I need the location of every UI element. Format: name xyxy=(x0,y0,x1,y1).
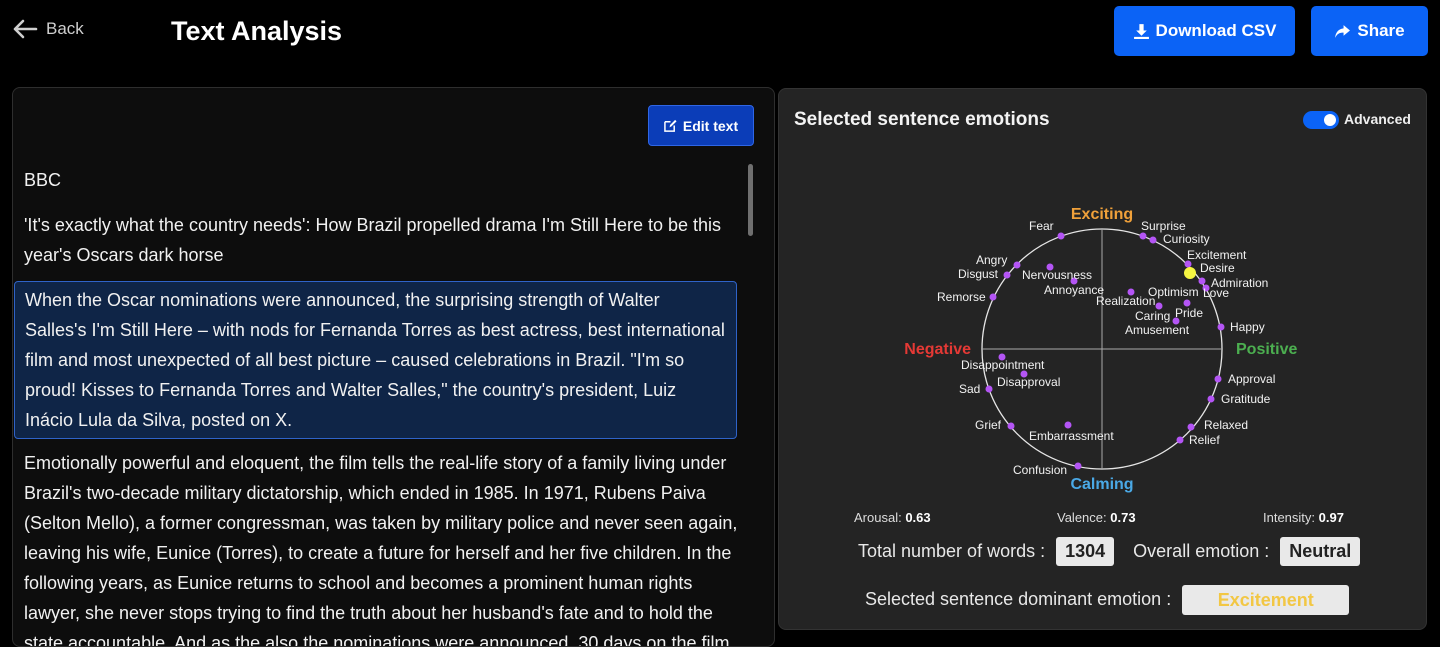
axis-negative: Negative xyxy=(904,341,971,358)
edit-text-button[interactable]: Edit text xyxy=(648,105,754,146)
top-bar: Back Text Analysis Download CSV Share xyxy=(0,0,1440,70)
axis-calming: Calming xyxy=(1070,476,1133,493)
label-approval: Approval xyxy=(1228,372,1275,386)
paragraph[interactable]: 'It's exactly what the country needs': H… xyxy=(24,210,739,270)
emotion-wheel: Exciting Calming Negative Positive Fear … xyxy=(904,206,1297,493)
dominant-row: Selected sentence dominant emotion : Exc… xyxy=(779,585,1428,615)
edit-icon xyxy=(664,119,677,132)
emotion-labels: Fear Surprise Curiosity Excitement Desir… xyxy=(937,219,1275,477)
total-words-value: 1304 xyxy=(1056,537,1115,566)
label-disappointment: Disappointment xyxy=(961,358,1045,372)
label-realization: Realization xyxy=(1096,294,1155,308)
label-remorse: Remorse xyxy=(937,290,986,304)
download-csv-button[interactable]: Download CSV xyxy=(1114,6,1295,56)
label-disapproval: Disapproval xyxy=(997,375,1060,389)
selected-emotion-marker xyxy=(1184,267,1196,279)
page-title: Text Analysis xyxy=(171,16,343,46)
label-nervousness: Nervousness xyxy=(1022,268,1092,282)
axis-positive: Positive xyxy=(1236,341,1297,358)
label-surprise: Surprise xyxy=(1141,219,1186,233)
dominant-emotion-value: Excitement xyxy=(1182,585,1350,615)
overall-emotion-value: Neutral xyxy=(1280,537,1361,566)
label-relaxed: Relaxed xyxy=(1204,418,1248,432)
point-remorse[interactable] xyxy=(989,293,997,301)
axis-exciting: Exciting xyxy=(1071,206,1133,223)
article-text[interactable]: BBC 'It's exactly what the country needs… xyxy=(13,160,746,646)
label-excitement: Excitement xyxy=(1187,248,1247,262)
label-fear: Fear xyxy=(1029,219,1054,233)
emotions-panel: Selected sentence emotions Advanced Exci… xyxy=(778,88,1427,630)
point-happy[interactable] xyxy=(1217,323,1225,331)
label-optimism: Optimism xyxy=(1148,285,1199,299)
intensity-value: 0.97 xyxy=(1318,510,1344,525)
arousal-value: 0.63 xyxy=(905,510,931,525)
point-embarrassment[interactable] xyxy=(1064,421,1072,429)
label-amusement: Amusement xyxy=(1125,323,1190,337)
point-grief[interactable] xyxy=(1007,422,1015,430)
text-scrollbar[interactable] xyxy=(748,164,753,236)
arrow-left-icon xyxy=(13,19,38,39)
label-relief: Relief xyxy=(1189,433,1220,447)
download-csv-label: Download CSV xyxy=(1155,21,1277,40)
total-words-label: Total number of words : xyxy=(858,541,1046,561)
paragraph[interactable]: BBC xyxy=(24,165,739,195)
label-curiosity: Curiosity xyxy=(1163,232,1210,246)
download-icon xyxy=(1133,23,1149,39)
dominant-emotion-label: Selected sentence dominant emotion : xyxy=(865,588,1172,609)
arousal-metric: Arousal: 0.63 xyxy=(854,510,931,525)
point-angry[interactable] xyxy=(1013,261,1021,269)
label-disgust: Disgust xyxy=(958,267,999,281)
intensity-label: Intensity: xyxy=(1263,510,1316,525)
label-confusion: Confusion xyxy=(1013,463,1067,477)
share-label: Share xyxy=(1357,21,1405,40)
point-gratitude[interactable] xyxy=(1207,395,1215,403)
valence-label: Valence: xyxy=(1057,510,1107,525)
point-confusion[interactable] xyxy=(1074,462,1082,470)
point-relief[interactable] xyxy=(1176,436,1184,444)
totals-row: Total number of words : 1304 Overall emo… xyxy=(779,537,1428,566)
overall-emotion-label: Overall emotion : xyxy=(1133,541,1270,561)
label-love: Love xyxy=(1203,286,1229,300)
share-icon xyxy=(1335,24,1351,38)
point-sad[interactable] xyxy=(985,385,993,393)
label-grief: Grief xyxy=(975,418,1002,432)
share-button[interactable]: Share xyxy=(1311,6,1428,56)
label-embarrassment: Embarrassment xyxy=(1029,429,1114,443)
point-fear[interactable] xyxy=(1057,232,1065,240)
intensity-metric: Intensity: 0.97 xyxy=(1263,510,1344,525)
label-sad: Sad xyxy=(959,382,980,396)
back-label: Back xyxy=(46,19,84,38)
point-relaxed[interactable] xyxy=(1187,423,1195,431)
valence-value: 0.73 xyxy=(1110,510,1136,525)
label-angry: Angry xyxy=(976,253,1007,267)
selected-paragraph[interactable]: When the Oscar nominations were announce… xyxy=(14,281,737,439)
label-happy: Happy xyxy=(1230,320,1265,334)
arousal-label: Arousal: xyxy=(854,510,902,525)
edit-text-label: Edit text xyxy=(682,117,739,134)
paragraph[interactable]: Emotionally powerful and eloquent, the f… xyxy=(24,448,739,646)
point-approval[interactable] xyxy=(1214,375,1222,383)
label-gratitude: Gratitude xyxy=(1221,392,1271,406)
label-pride: Pride xyxy=(1175,306,1203,320)
back-button[interactable]: Back xyxy=(12,18,84,40)
label-desire: Desire xyxy=(1200,261,1235,275)
label-caring: Caring xyxy=(1135,309,1170,323)
point-surprise[interactable] xyxy=(1139,232,1147,240)
point-curiosity[interactable] xyxy=(1149,236,1157,244)
text-panel: Edit text BBC 'It's exactly what the cou… xyxy=(12,87,775,647)
point-desire[interactable] xyxy=(1198,277,1206,285)
point-disgust[interactable] xyxy=(1003,271,1011,279)
valence-metric: Valence: 0.73 xyxy=(1057,510,1136,525)
